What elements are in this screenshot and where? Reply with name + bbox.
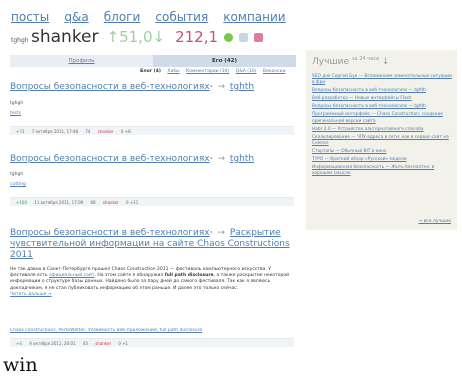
views-count: 74 bbox=[85, 129, 91, 134]
arrow-icon: → bbox=[217, 228, 226, 238]
best-posts-sidebar: Лучшие за 24 часа ↓ SEO для Сергей Бук —… bbox=[306, 50, 457, 230]
read-more-link[interactable]: Читать дальше → bbox=[10, 292, 52, 297]
heart-icon[interactable] bbox=[254, 33, 264, 42]
arrow-icon: → bbox=[217, 82, 226, 92]
post-title: Вопросы безопасности в веб-технологиях* … bbox=[10, 154, 254, 164]
mail-icon[interactable] bbox=[239, 33, 249, 42]
views-count: 43 bbox=[82, 341, 88, 346]
post-text: Не так давно в Санкт-Петербурге прошел C… bbox=[10, 267, 267, 272]
list-item[interactable]: Вопросы безопасности в веб-технологиях —… bbox=[312, 104, 452, 110]
post-tags[interactable]: cutting bbox=[10, 182, 26, 187]
post-title: Вопросы безопасности в веб-технологиях* … bbox=[10, 228, 290, 261]
sidebar-title: Лучшие за 24 часа ↓ bbox=[312, 56, 389, 67]
post-title: Вопросы безопасности в веб-технологиях* … bbox=[10, 82, 254, 92]
post-author[interactable]: tghgh bbox=[10, 101, 23, 106]
post-author-link[interactable]: shanker bbox=[95, 341, 111, 346]
list-item[interactable]: Веб-разработка — Новые интерфейсы Flash bbox=[312, 96, 452, 102]
all-best-link[interactable]: → все лучшие bbox=[418, 219, 451, 224]
vote-count[interactable]: +73 bbox=[16, 129, 24, 134]
nav-posts[interactable]: посты bbox=[11, 10, 49, 24]
post-tags[interactable]: Chaos constructions, PortoWetter, Уязвим… bbox=[10, 328, 290, 333]
list-item[interactable]: Информационная безопасность — Жить беспл… bbox=[312, 165, 452, 177]
post-date: 9 октября 2011, 20:01 bbox=[29, 341, 76, 346]
karma-value: ↑51,0↓ bbox=[106, 28, 166, 46]
vote-count[interactable]: +4 bbox=[16, 341, 22, 346]
user-header: tghgh shanker ↑51,0↓ 212,1 bbox=[11, 27, 264, 47]
post-body: Не так давно в Санкт-Петербурге прошел C… bbox=[10, 267, 294, 298]
post-info: +4 9 октября 2011, 20:01 43 shanker 0 +1 bbox=[10, 338, 294, 347]
profile-tabs: Профиль Его (42) bbox=[10, 55, 296, 67]
post-tags[interactable]: tests bbox=[10, 111, 21, 116]
nav-events[interactable]: события bbox=[155, 10, 208, 24]
comments-count[interactable]: 0 +1 bbox=[118, 341, 128, 346]
avatar[interactable]: tghgh bbox=[11, 37, 29, 44]
post-title-link[interactable]: Вопросы безопасности в веб-технологиях bbox=[10, 154, 210, 164]
blog-link[interactable]: tghth bbox=[230, 82, 254, 92]
online-icon bbox=[224, 33, 234, 42]
post-date: 7 октября 2011, 17:48 bbox=[31, 129, 79, 134]
tab-his-posts[interactable]: Его (42) bbox=[153, 55, 296, 67]
list-item[interactable]: Программный интерфейс — Chaos Constructi… bbox=[312, 112, 452, 124]
sub-tabs: Блог (4) Хабы Комментарии (34) Q&A (16) … bbox=[140, 69, 291, 74]
caption: win bbox=[3, 354, 38, 376]
blog-link[interactable]: tghth bbox=[230, 154, 254, 164]
list-item[interactable]: TYPO — Краткий обзор «Русской» модели bbox=[312, 157, 452, 163]
arrow-icon: → bbox=[217, 154, 226, 164]
nav-companies[interactable]: компании bbox=[223, 10, 285, 24]
star-icon[interactable]: * bbox=[210, 84, 213, 91]
comments-count[interactable]: 0 +11 bbox=[126, 200, 138, 205]
list-item[interactable]: SEO для Сергей Бук — Вспоминаем замечате… bbox=[312, 74, 452, 86]
list-item[interactable]: Скальпирование — ЧПУ-адреса в сети: как … bbox=[312, 135, 452, 147]
post-info: +100 11 октября 2011, 17:09 68 shanker 0… bbox=[10, 197, 294, 206]
list-item[interactable]: Стартапы — Обычный BIT в кино bbox=[312, 149, 452, 155]
post-author-link[interactable]: shanker bbox=[103, 200, 119, 205]
post-info: +73 7 октября 2011, 17:48 74 shanker 0 +… bbox=[10, 126, 294, 135]
subtab-hubs[interactable]: Хабы bbox=[167, 69, 179, 74]
views-count: 68 bbox=[90, 200, 96, 205]
nav-qa[interactable]: q&a bbox=[64, 10, 88, 24]
list-item[interactable]: Habr 2.0 — Устройство альтернативного сп… bbox=[312, 127, 452, 133]
screenshot: посты q&a блоги события компании tghgh s… bbox=[0, 0, 462, 352]
nav-blogs[interactable]: блоги bbox=[104, 10, 141, 24]
subtab-qa[interactable]: Q&A (16) bbox=[236, 69, 257, 74]
vote-count[interactable]: +100 bbox=[16, 200, 27, 205]
official-site-link[interactable]: официальный сайт bbox=[49, 273, 94, 278]
sidebar-title-text: Лучшие bbox=[312, 57, 350, 67]
comments-count[interactable]: 0 +8 bbox=[121, 129, 131, 134]
post-author[interactable]: tghgh bbox=[10, 172, 23, 177]
post-title-link[interactable]: Вопросы безопасности в веб-технологиях bbox=[10, 228, 210, 238]
star-icon[interactable]: * bbox=[210, 230, 213, 237]
username: shanker bbox=[31, 27, 99, 47]
post-text: . На этом сайте я обнаружил bbox=[94, 273, 164, 279]
star-icon[interactable]: * bbox=[210, 156, 213, 163]
post-text-bold: full path disclosure bbox=[164, 273, 214, 279]
subtab-blog[interactable]: Блог (4) bbox=[140, 69, 161, 74]
tab-profile[interactable]: Профиль bbox=[10, 55, 153, 67]
post-author-link[interactable]: shanker bbox=[98, 129, 114, 134]
top-nav: посты q&a блоги события компании bbox=[11, 6, 296, 25]
best-posts-list: SEO для Сергей Бук — Вспоминаем замечате… bbox=[312, 74, 452, 179]
subtab-vacancies[interactable]: Вакансии bbox=[263, 69, 286, 74]
period-selector[interactable]: за 24 часа bbox=[352, 56, 379, 62]
subtab-comments[interactable]: Комментарии (34) bbox=[186, 69, 229, 74]
post-date: 11 октября 2011, 17:09 bbox=[34, 200, 84, 205]
chevron-down-icon[interactable]: ↓ bbox=[382, 57, 390, 67]
list-item[interactable]: Вопросы безопасности в веб-технологиях —… bbox=[312, 88, 452, 94]
rating-value: 212,1 bbox=[175, 28, 219, 46]
post-title-link[interactable]: Вопросы безопасности в веб-технологиях bbox=[10, 82, 210, 92]
